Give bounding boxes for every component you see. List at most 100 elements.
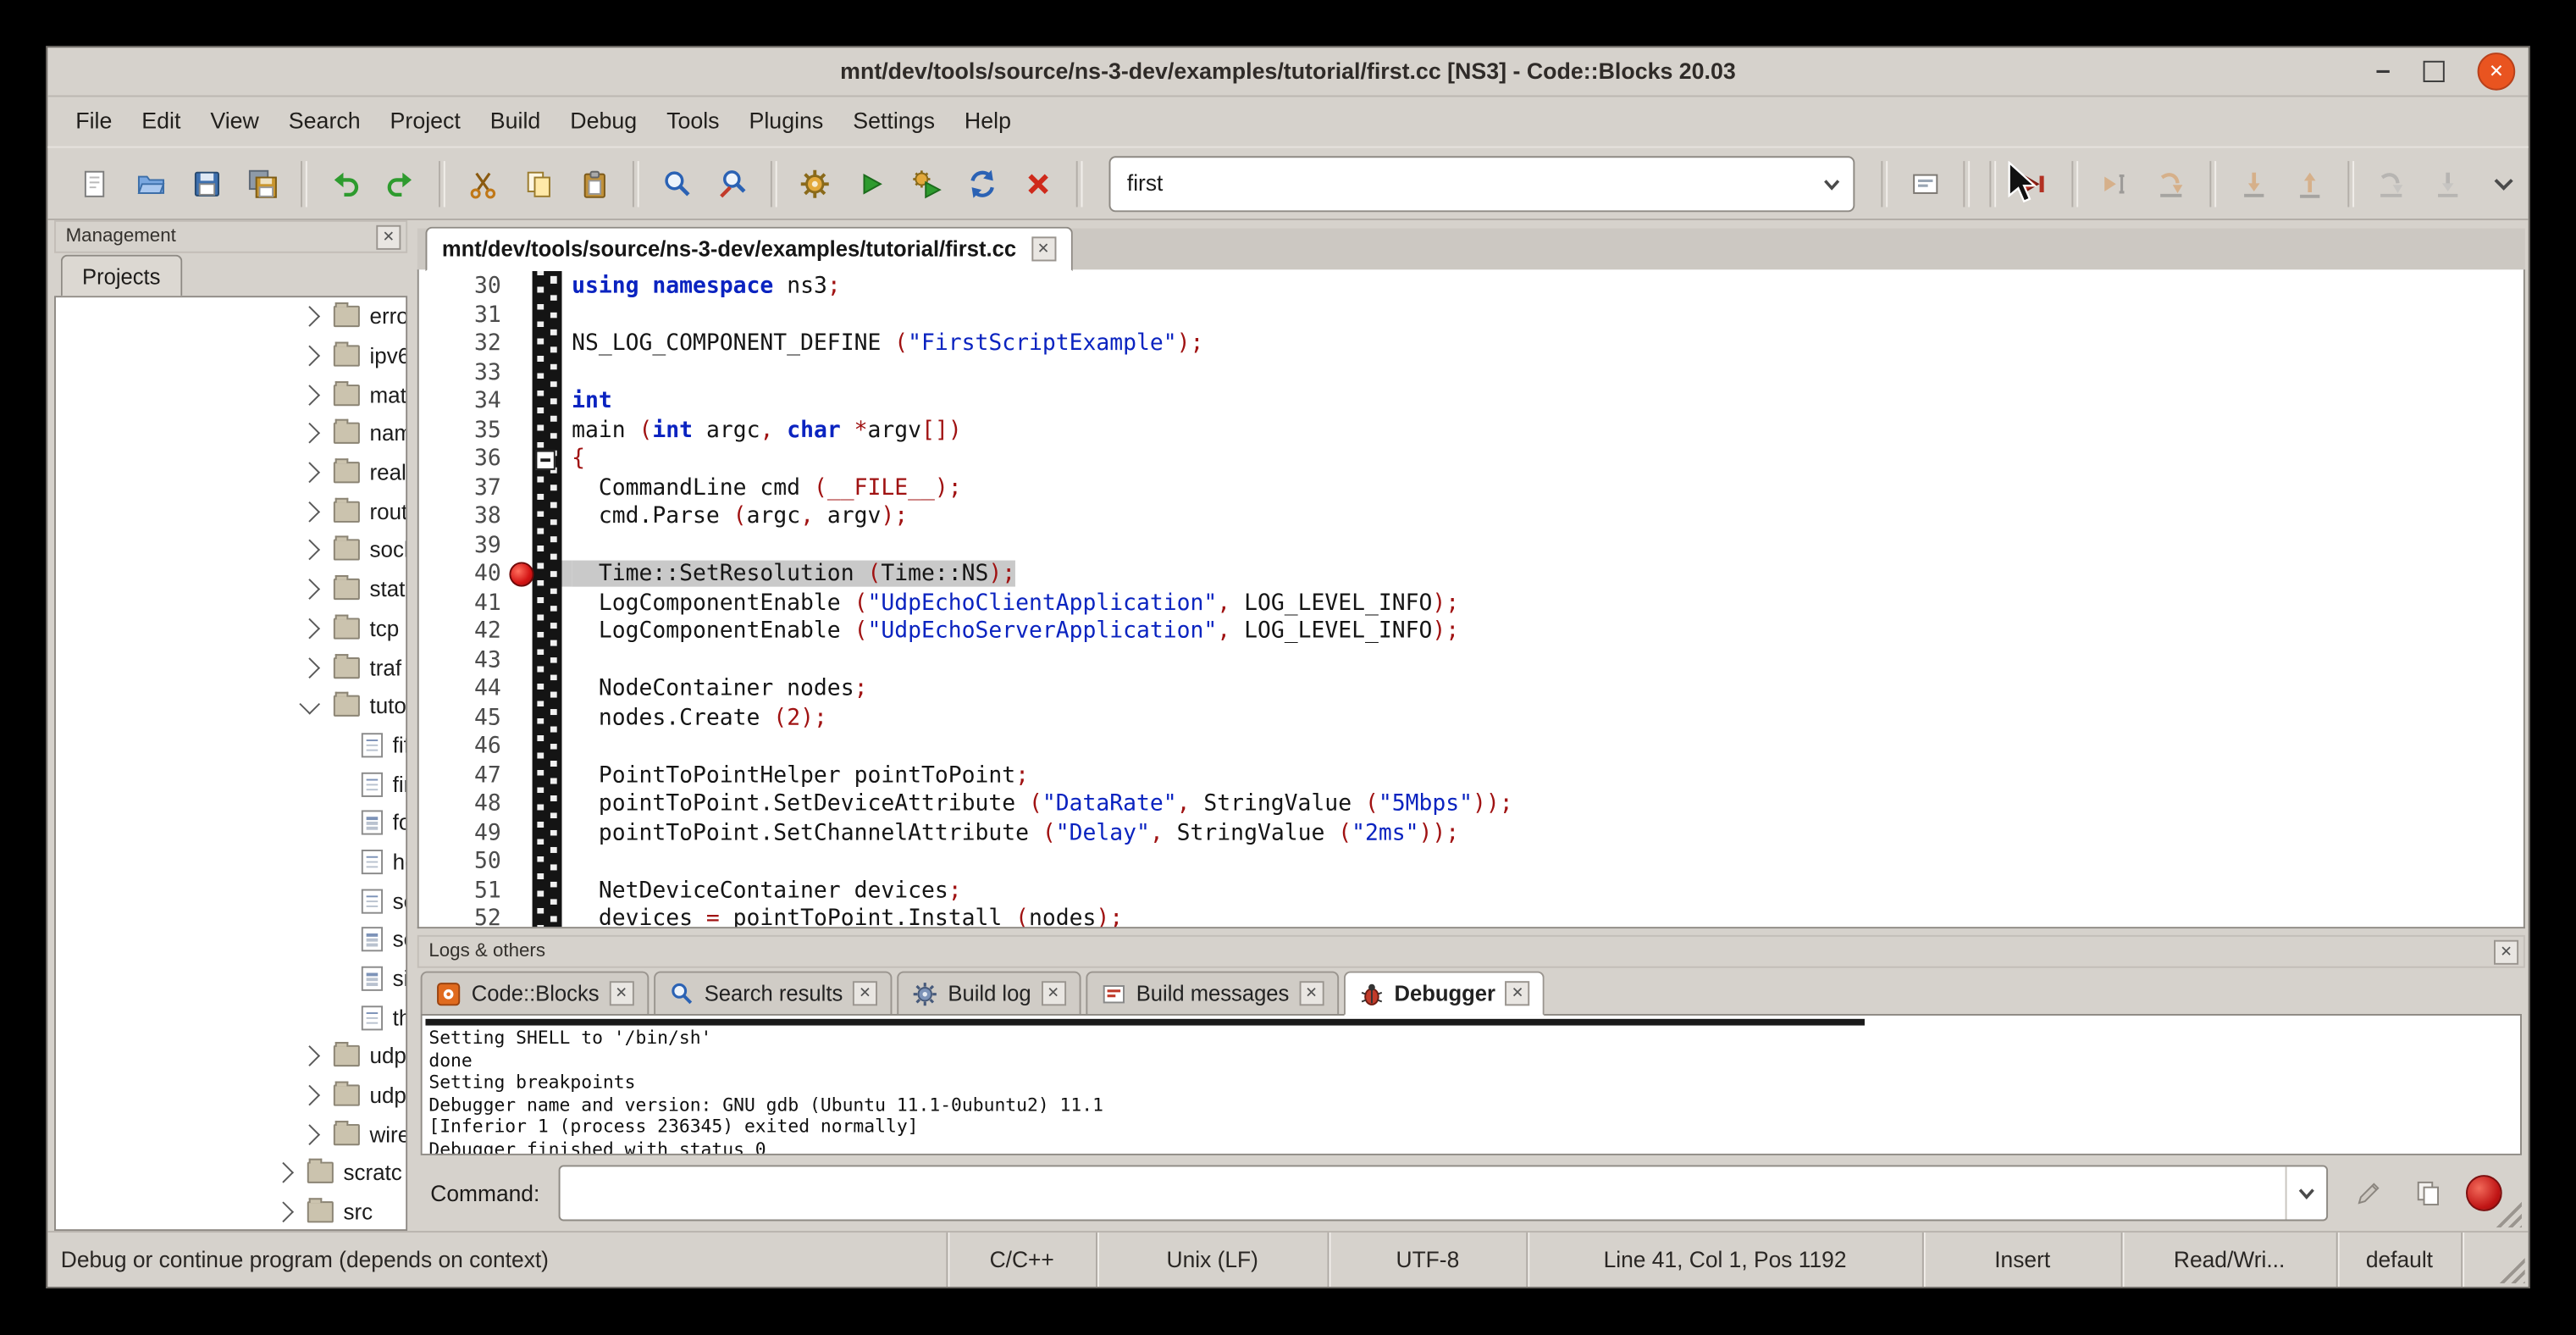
close-tab-icon[interactable]: ✕	[1506, 981, 1530, 1005]
tree-item-fif[interactable]: fif	[56, 726, 406, 765]
code-line-38[interactable]: 38 cmd.Parse (argc, argv);	[419, 503, 2523, 532]
abort-build-button[interactable]	[1010, 155, 1066, 211]
line-number[interactable]: 52	[419, 906, 501, 928]
debugger-log[interactable]: Setting SHELL to '/bin/sh'doneSetting br…	[421, 1014, 2522, 1155]
tree-item-fo[interactable]: fo	[56, 804, 406, 843]
logs-header[interactable]: Logs & others ✕	[417, 935, 2525, 968]
line-number[interactable]: 51	[419, 877, 501, 906]
run-button[interactable]	[843, 155, 898, 211]
tree-item-traf[interactable]: traf	[56, 648, 406, 687]
code-line-36[interactable]: 36{	[419, 446, 2523, 474]
tree-item-udp-[interactable]: udp-	[56, 1076, 406, 1115]
title-bar[interactable]: mnt/dev/tools/source/ns-3-dev/examples/t…	[47, 47, 2528, 97]
expand-icon[interactable]	[299, 501, 320, 523]
minimize-button[interactable]: –	[2375, 47, 2390, 95]
tab-search-results[interactable]: Search results ✕	[654, 972, 893, 1016]
search-combo[interactable]	[1109, 155, 1855, 211]
tree-item-udp[interactable]: udp	[56, 1037, 406, 1076]
copy-log-button[interactable]	[2403, 1168, 2452, 1217]
code-line-52[interactable]: 52 devices = pointToPoint.Install (nodes…	[419, 906, 2523, 928]
tree-item-tcp[interactable]: tcp	[56, 609, 406, 648]
expand-icon[interactable]	[299, 618, 320, 639]
expand-icon[interactable]	[299, 656, 320, 678]
tree-item-src[interactable]: src	[56, 1193, 406, 1231]
code-editor[interactable]: 30using namespace ns3;3132NS_LOG_COMPONE…	[417, 269, 2525, 928]
redo-button[interactable]	[373, 155, 428, 211]
code-line-49[interactable]: 49 pointToPoint.SetChannelAttribute ("De…	[419, 819, 2523, 848]
line-number[interactable]: 48	[419, 790, 501, 819]
code-line-47[interactable]: 47 PointToPointHelper pointToPoint;	[419, 762, 2523, 790]
tree-item-th[interactable]: th	[56, 998, 406, 1037]
line-number[interactable]: 47	[419, 762, 501, 790]
collapse-icon[interactable]	[299, 693, 320, 714]
expand-icon[interactable]	[299, 1124, 320, 1145]
tree-item-he[interactable]: he	[56, 843, 406, 882]
replace-button[interactable]	[705, 155, 760, 211]
tree-item-nam[interactable]: nam	[56, 414, 406, 453]
menu-tools[interactable]: Tools	[652, 102, 734, 140]
line-number[interactable]: 33	[419, 359, 501, 388]
run-to-cursor-button[interactable]	[2088, 155, 2144, 211]
line-number[interactable]: 37	[419, 474, 501, 503]
tree-item-tuto[interactable]: tuto	[56, 687, 406, 726]
fold-open-icon[interactable]	[535, 451, 555, 470]
step-into-instruction-button[interactable]	[2420, 155, 2476, 211]
fold-margin[interactable]	[533, 269, 562, 927]
command-input[interactable]	[561, 1181, 2285, 1205]
tree-item-fir[interactable]: fir	[56, 765, 406, 804]
menu-debug[interactable]: Debug	[556, 102, 652, 140]
expand-icon[interactable]	[299, 1085, 320, 1106]
tree-item-wire[interactable]: wire	[56, 1115, 406, 1154]
code-line-37[interactable]: 37 CommandLine cmd (__FILE__);	[419, 474, 2523, 503]
build-button[interactable]	[787, 155, 843, 211]
edit-command-button[interactable]	[2344, 1168, 2393, 1217]
tree-item-ipv6[interactable]: ipv6	[56, 336, 406, 375]
menu-plugins[interactable]: Plugins	[734, 102, 838, 140]
line-number[interactable]: 34	[419, 388, 501, 417]
close-button[interactable]: ✕	[2478, 53, 2516, 91]
save-button[interactable]	[179, 155, 235, 211]
close-tab-icon[interactable]: ✕	[1041, 981, 1065, 1005]
stop-debugger-button[interactable]	[2466, 1175, 2502, 1211]
tree-item-rout[interactable]: rout	[56, 492, 406, 531]
code-line-46[interactable]: 46	[419, 733, 2523, 762]
editor-tab[interactable]: mnt/dev/tools/source/ns-3-dev/examples/t…	[425, 227, 1072, 271]
tree-item-erro[interactable]: erro	[56, 297, 406, 336]
step-into-button[interactable]	[2226, 155, 2282, 211]
code-line-30[interactable]: 30using namespace ns3;	[419, 273, 2523, 302]
cut-button[interactable]	[455, 155, 511, 211]
menu-edit[interactable]: Edit	[127, 102, 196, 140]
line-number[interactable]: 43	[419, 646, 501, 675]
tree-item-real[interactable]: real	[56, 453, 406, 492]
expand-icon[interactable]	[299, 424, 320, 445]
expand-icon[interactable]	[299, 579, 320, 600]
code-line-40[interactable]: 40 Time::SetResolution (Time::NS);	[419, 561, 2523, 590]
command-dropdown-icon[interactable]	[2286, 1166, 2327, 1219]
code-line-35[interactable]: 35main (int argc, char *argv[])	[419, 417, 2523, 446]
save-all-button[interactable]	[235, 155, 290, 211]
project-tree[interactable]: erroipv6matnamrealroutsockstattcptraftut…	[54, 296, 407, 1231]
expand-icon[interactable]	[299, 1046, 320, 1067]
line-number[interactable]: 44	[419, 675, 501, 704]
next-line-button[interactable]	[2144, 155, 2200, 211]
horizontal-splitter[interactable]	[417, 928, 2525, 935]
line-number[interactable]: 36	[419, 446, 501, 474]
tab-codeblocks[interactable]: Code::Blocks ✕	[421, 972, 649, 1016]
tree-item-stat[interactable]: stat	[56, 570, 406, 609]
tab-build-messages[interactable]: Build messages ✕	[1086, 972, 1339, 1016]
open-file-button[interactable]	[124, 155, 180, 211]
close-panel-icon[interactable]: ✕	[376, 224, 401, 249]
find-button[interactable]	[649, 155, 705, 211]
line-number[interactable]: 46	[419, 733, 501, 762]
line-number[interactable]: 38	[419, 503, 501, 532]
vertical-splitter[interactable]	[407, 220, 417, 1231]
line-number[interactable]: 41	[419, 590, 501, 618]
expand-icon[interactable]	[299, 307, 320, 328]
tab-build-log[interactable]: Build log ✕	[897, 972, 1080, 1016]
breakpoint-icon[interactable]	[509, 562, 533, 586]
code-line-41[interactable]: 41 LogComponentEnable ("UdpEchoClientApp…	[419, 590, 2523, 618]
rebuild-button[interactable]	[954, 155, 1010, 211]
menu-help[interactable]: Help	[949, 102, 1025, 140]
build-and-run-button[interactable]	[898, 155, 954, 211]
line-number[interactable]: 42	[419, 618, 501, 646]
